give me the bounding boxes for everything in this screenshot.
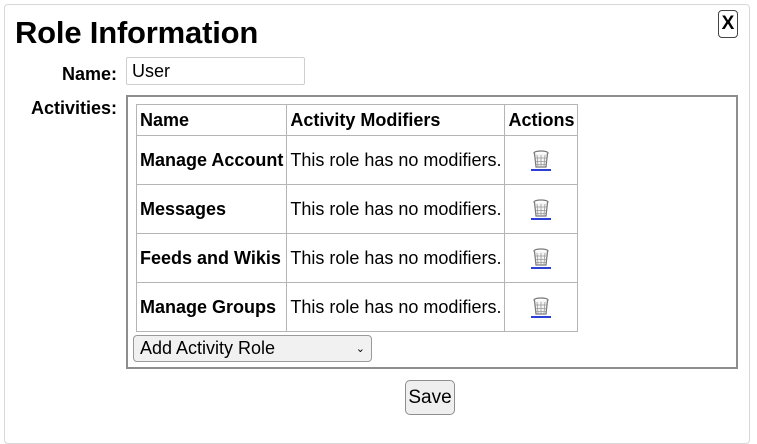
actions-cell xyxy=(504,282,579,332)
activity-modifiers: This role has no modifiers. xyxy=(286,184,506,234)
activity-name: Manage Account xyxy=(135,135,288,185)
activity-name: Manage Groups xyxy=(135,282,288,332)
header-name: Name xyxy=(135,104,288,136)
dialog-title: Role Information xyxy=(15,15,259,50)
trash-icon[interactable] xyxy=(531,296,552,319)
actions-cell xyxy=(504,135,579,185)
table-row: Manage Account This role has no modifier… xyxy=(135,135,579,185)
activities-table: Name Activity Modifiers Actions Manage A… xyxy=(135,104,579,332)
chevron-down-icon: ⌄ xyxy=(355,343,365,355)
header-actions: Actions xyxy=(504,104,579,136)
activity-modifiers: This role has no modifiers. xyxy=(286,233,506,283)
actions-cell xyxy=(504,184,579,234)
actions-cell xyxy=(504,233,579,283)
add-activity-role-value: Add Activity Role xyxy=(140,338,276,358)
table-header-row: Name Activity Modifiers Actions xyxy=(135,104,579,136)
trash-icon[interactable] xyxy=(531,247,552,270)
save-button[interactable]: Save xyxy=(405,380,455,415)
add-activity-role-select[interactable]: Add Activity Role ⌄ xyxy=(133,335,372,362)
activity-name: Messages xyxy=(135,184,288,234)
activity-modifiers: This role has no modifiers. xyxy=(286,282,506,332)
activity-modifiers: This role has no modifiers. xyxy=(286,135,506,185)
header-activity-modifiers: Activity Modifiers xyxy=(286,104,506,136)
table-row: Feeds and Wikis This role has no modifie… xyxy=(135,233,579,283)
name-input[interactable] xyxy=(126,57,305,85)
activities-label: Activities: xyxy=(30,98,117,118)
activity-name: Feeds and Wikis xyxy=(135,233,288,283)
trash-icon[interactable] xyxy=(531,149,552,172)
activities-panel: Name Activity Modifiers Actions Manage A… xyxy=(126,95,738,369)
name-label: Name: xyxy=(61,64,117,84)
trash-icon[interactable] xyxy=(531,198,552,221)
role-information-dialog: Role Information X Name: Activities: Nam… xyxy=(4,4,750,444)
table-row: Messages This role has no modifiers. xyxy=(135,184,579,234)
close-button[interactable]: X xyxy=(718,10,738,38)
table-row: Manage Groups This role has no modifiers… xyxy=(135,282,579,332)
